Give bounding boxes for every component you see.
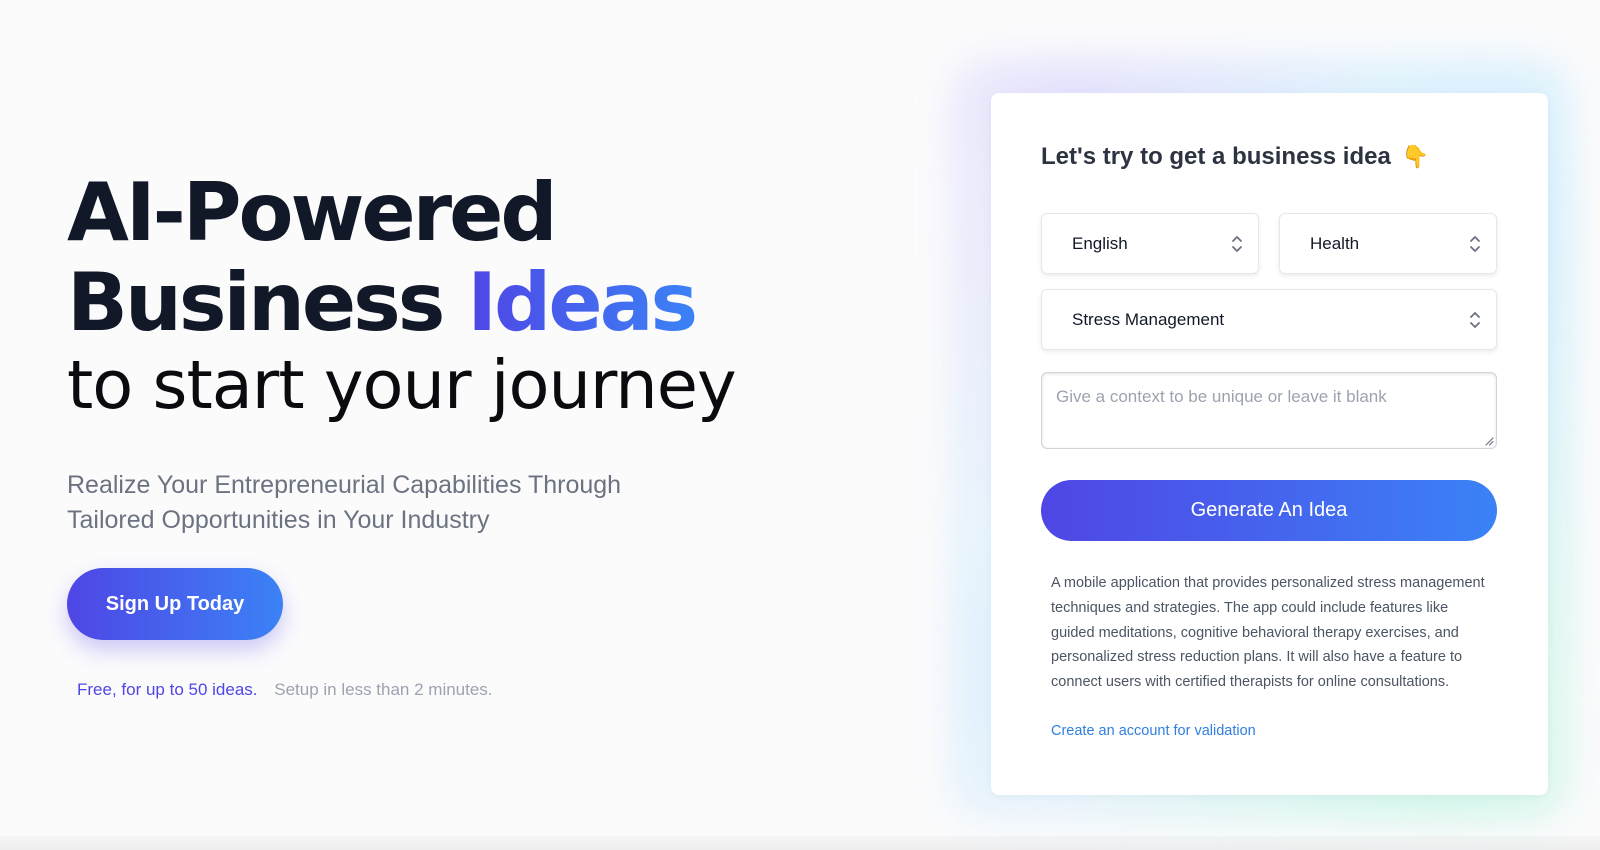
language-select[interactable]: English xyxy=(1041,213,1259,274)
hero-section: AI-Powered Business Ideas to start your … xyxy=(67,168,887,538)
context-textarea[interactable] xyxy=(1041,372,1497,449)
topic-select-value: Stress Management xyxy=(1072,309,1225,329)
industry-select-value: Health xyxy=(1310,233,1360,253)
hero-title-line1: AI-Powered xyxy=(67,166,558,259)
page-bottom-band xyxy=(0,836,1600,850)
topic-select[interactable]: Stress Management xyxy=(1041,289,1497,350)
generate-idea-button[interactable]: Generate An Idea xyxy=(1041,480,1497,541)
idea-generator-card: Let's try to get a business idea 👇 Engli… xyxy=(991,93,1548,795)
sign-up-button[interactable]: Sign Up Today xyxy=(67,568,283,640)
hero-title-word-business: Business xyxy=(67,256,445,349)
hero-subtitle: to start your journey xyxy=(67,346,737,424)
chevron-up-down-icon xyxy=(1470,235,1480,252)
card-title: Let's try to get a business idea 👇 xyxy=(1041,143,1429,171)
chevron-up-down-icon xyxy=(1232,235,1242,252)
industry-select[interactable]: Health xyxy=(1279,213,1497,274)
hero-title-accent: Ideas xyxy=(467,256,698,349)
hero-title: AI-Powered Business Ideas xyxy=(67,168,887,348)
free-plan-note: Free, for up to 50 ideas. xyxy=(77,680,258,699)
generated-idea-text: A mobile application that provides perso… xyxy=(1051,575,1485,691)
pointing-down-hand-icon: 👇 xyxy=(1401,144,1429,169)
hero-description: Realize Your Entrepreneurial Capabilitie… xyxy=(67,471,622,534)
signup-note: Free, for up to 50 ideas. Setup in less … xyxy=(77,680,493,700)
create-account-link[interactable]: Create an account for validation xyxy=(1051,723,1256,739)
chevron-up-down-icon xyxy=(1470,311,1480,328)
card-title-text: Let's try to get a business idea xyxy=(1041,143,1391,170)
setup-time-note: Setup in less than 2 minutes. xyxy=(274,680,493,699)
language-select-value: English xyxy=(1072,233,1128,253)
resize-grip-icon[interactable] xyxy=(1484,436,1494,446)
